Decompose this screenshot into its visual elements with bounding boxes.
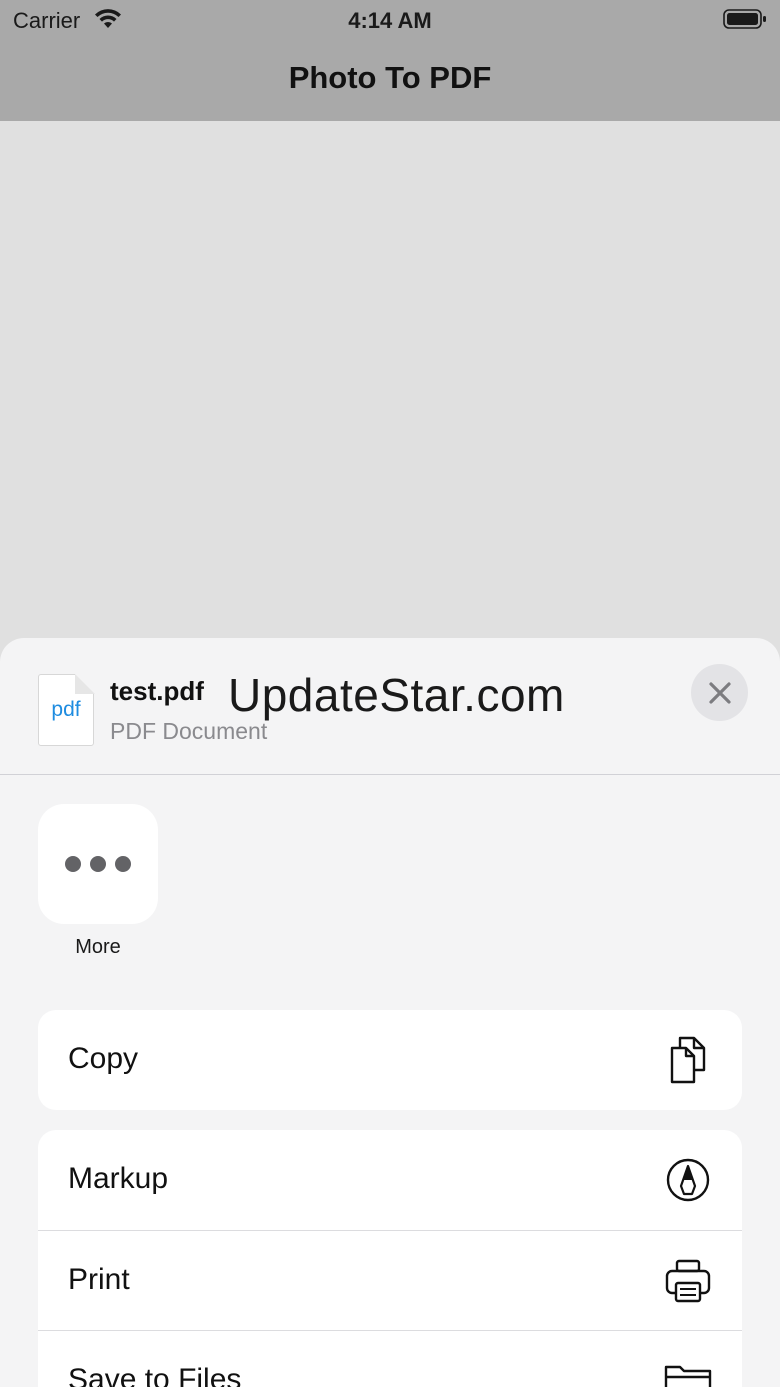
folder-icon	[664, 1365, 712, 1387]
save-to-files-action[interactable]: Save to Files	[38, 1330, 742, 1387]
print-label: Print	[68, 1263, 130, 1296]
status-time: 4:14 AM	[348, 8, 432, 33]
markup-label: Markup	[68, 1162, 169, 1195]
share-sheet: pdf test.pdf PDF Document UpdateStar.com…	[0, 638, 780, 1387]
file-type: PDF Document	[110, 718, 268, 744]
header-divider	[0, 774, 780, 775]
save-to-files-label: Save to Files	[68, 1363, 242, 1387]
battery-icon	[723, 9, 766, 29]
more-apps-label: More	[75, 936, 121, 958]
copy-icon	[670, 1036, 706, 1084]
share-sheet-header: pdf test.pdf PDF Document UpdateStar.com	[0, 638, 780, 774]
more-dots-icon	[65, 856, 81, 872]
file-name: test.pdf	[110, 676, 204, 706]
copy-label: Copy	[68, 1042, 139, 1075]
more-dots-icon	[90, 856, 106, 872]
close-button[interactable]	[691, 664, 748, 721]
more-apps-button[interactable]	[38, 804, 158, 924]
markup-icon	[666, 1158, 710, 1202]
copy-action[interactable]: Copy	[38, 1010, 742, 1110]
print-action[interactable]: Print	[38, 1230, 742, 1330]
nav-title: Photo To PDF	[288, 60, 492, 95]
pdf-file-thumbnail: pdf	[38, 673, 95, 746]
watermark-text: UpdateStar.com	[228, 669, 565, 721]
print-icon	[665, 1259, 711, 1303]
actions-group: Markup Print Save to Files	[38, 1130, 742, 1387]
markup-action[interactable]: Markup	[38, 1130, 742, 1230]
close-icon	[708, 681, 731, 704]
status-bar: Carrier 4:14 AM	[0, 0, 780, 42]
pdf-thumbnail-label: pdf	[51, 698, 81, 721]
more-dots-icon	[115, 856, 131, 872]
copy-action-group: Copy	[38, 1010, 742, 1110]
